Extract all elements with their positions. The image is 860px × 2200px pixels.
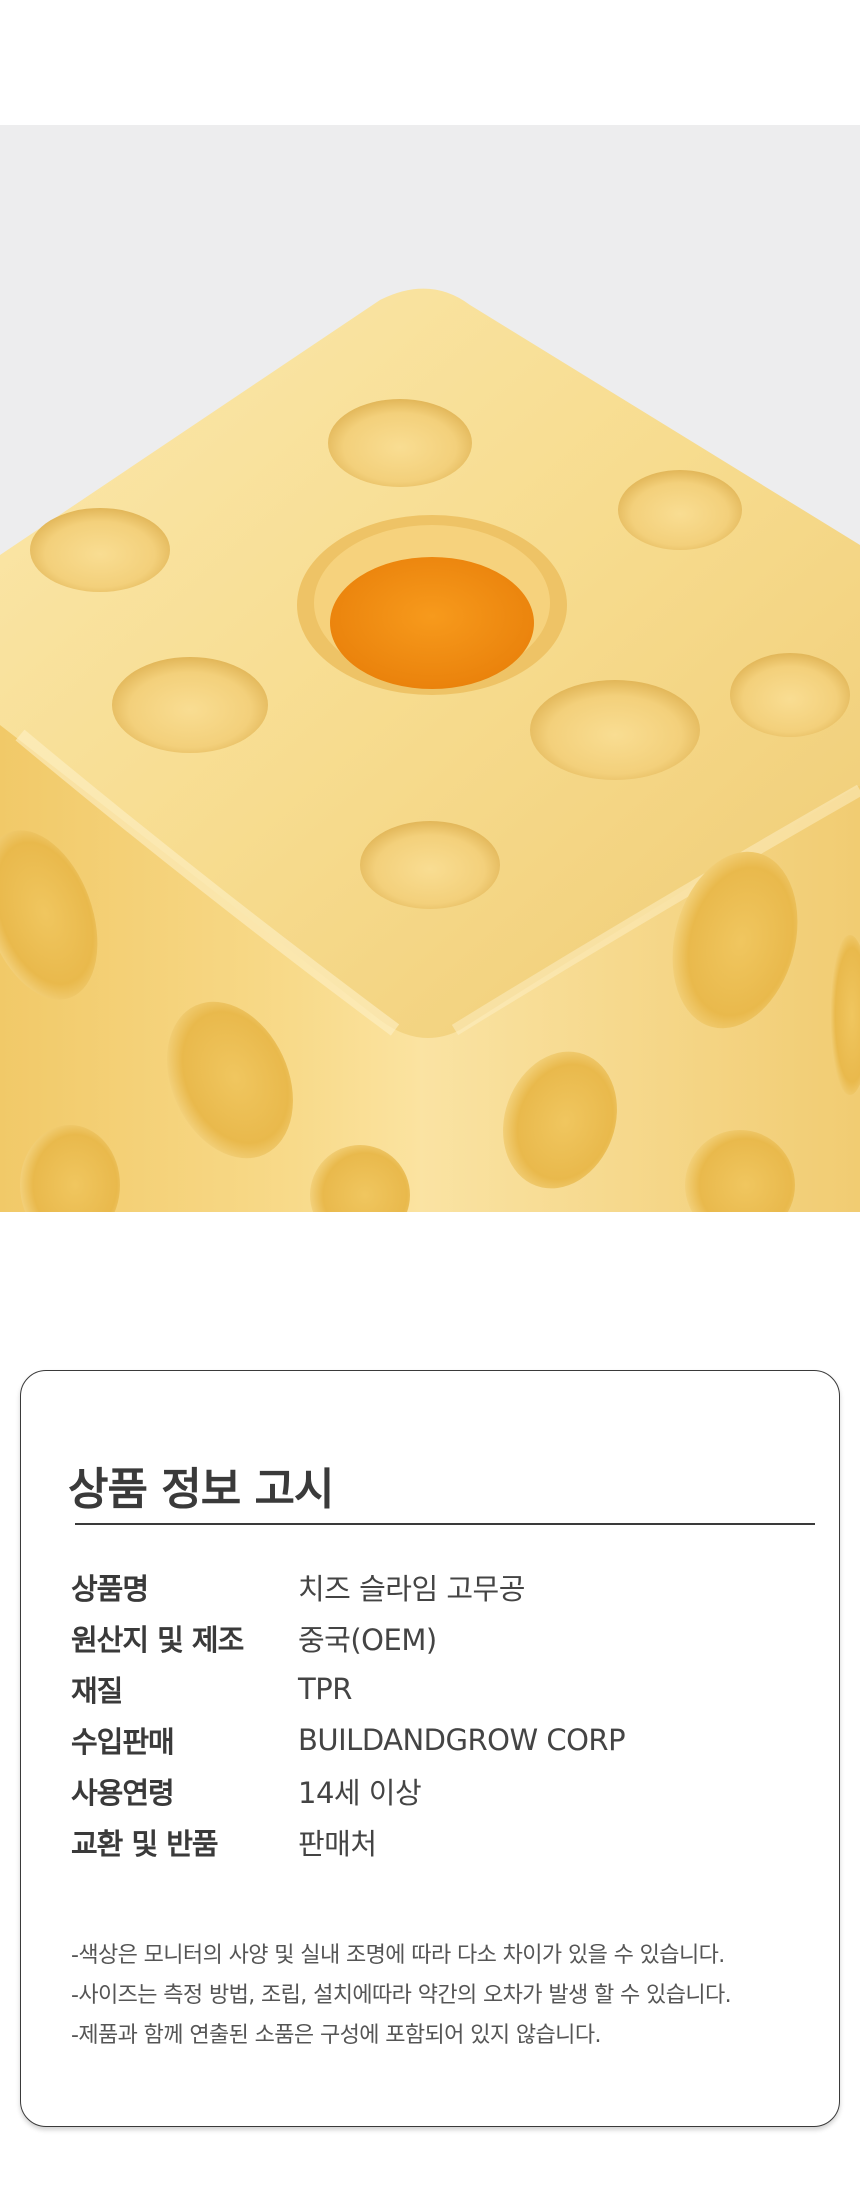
spec-label: 상품명 — [71, 1571, 149, 1606]
spec-value: 치즈 슬라임 고무공 — [298, 1571, 525, 1606]
spec-value: 중국(OEM) — [298, 1622, 437, 1657]
spec-label: 교환 및 반품 — [71, 1826, 219, 1861]
note-size: -사이즈는 측정 방법, 조립, 설치에따라 약간의 오차가 발생 할 수 있습… — [71, 1983, 732, 2008]
product-info-notice-card: 상품 정보 고시 상품명 치즈 슬라임 고무공 원산지 및 제조 중국(OEM)… — [20, 1370, 840, 2127]
spec-label: 사용연령 — [71, 1775, 175, 1810]
note-props: -제품과 함께 연출된 소품은 구성에 포함되어 있지 않습니다. — [71, 2023, 601, 2048]
spec-row-origin: 원산지 및 제조 중국(OEM) — [71, 1612, 811, 1663]
spec-row-material: 재질 TPR — [71, 1663, 811, 1714]
disclaimer-notes: -색상은 모니터의 사양 및 실내 조명에 따라 다소 차이가 있을 수 있습니… — [71, 1936, 811, 2056]
spec-value: 14세 이상 — [298, 1775, 422, 1810]
product-photo — [0, 125, 860, 1212]
note-color: -색상은 모니터의 사양 및 실내 조명에 따라 다소 차이가 있을 수 있습니… — [71, 1943, 725, 1968]
spec-label: 수입판매 — [71, 1724, 175, 1759]
spec-row-returns: 교환 및 반품 판매처 — [71, 1816, 811, 1867]
spec-value: 판매처 — [298, 1826, 377, 1861]
title-divider — [75, 1523, 815, 1525]
spec-label: 재질 — [71, 1673, 123, 1708]
notice-title: 상품 정보 고시 — [68, 1464, 335, 1515]
spec-value: TPR — [298, 1671, 352, 1706]
spec-row-importer: 수입판매 BUILDANDGROW CORP — [71, 1714, 811, 1765]
spec-list: 상품명 치즈 슬라임 고무공 원산지 및 제조 중국(OEM) 재질 TPR 수… — [71, 1561, 811, 1867]
spec-row-product-name: 상품명 치즈 슬라임 고무공 — [71, 1561, 811, 1612]
spec-row-age: 사용연령 14세 이상 — [71, 1765, 811, 1816]
cheese-cube-image — [0, 125, 860, 1212]
spec-label: 원산지 및 제조 — [71, 1622, 244, 1657]
spec-value: BUILDANDGROW CORP — [298, 1722, 626, 1757]
